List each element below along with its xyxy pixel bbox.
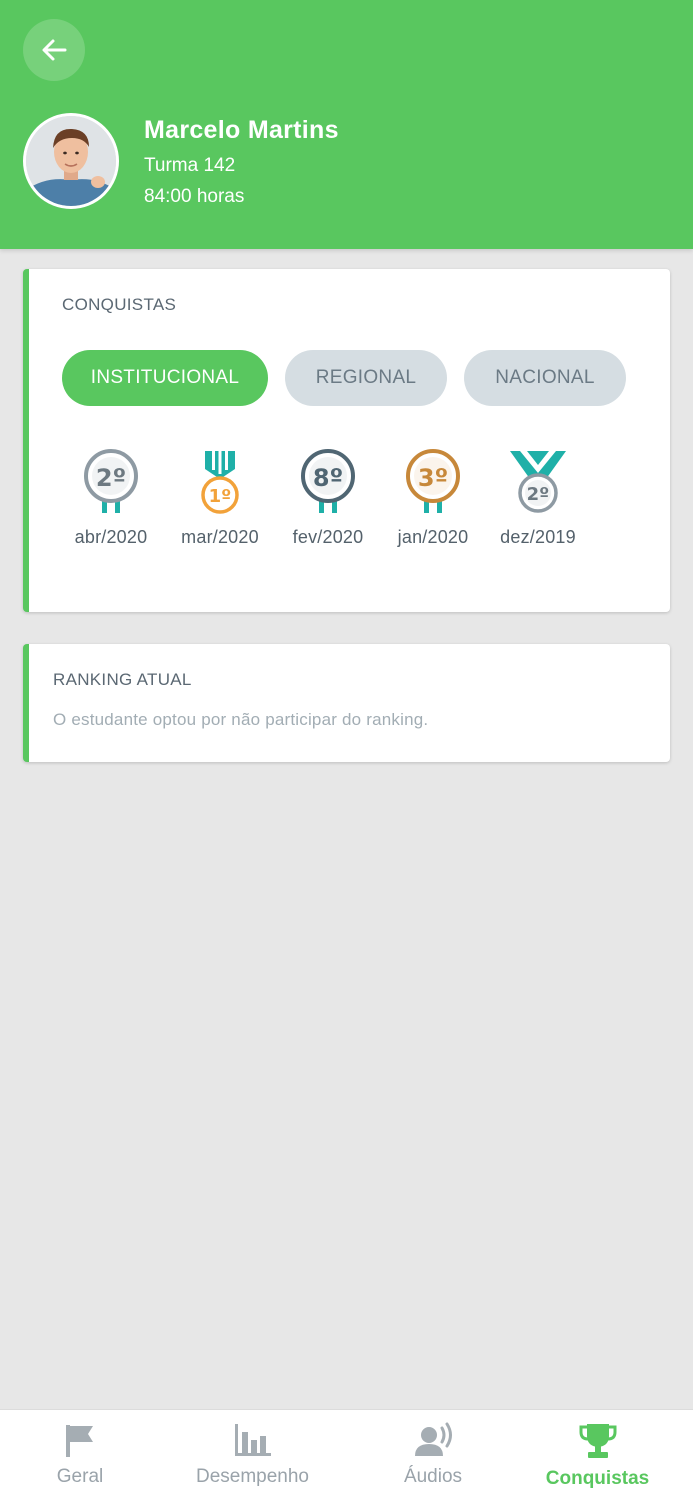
medal-month: jan/2020 [397, 527, 469, 547]
medal-item[interactable]: 3º jan/2020 [383, 449, 483, 548]
medal-place: 3º [418, 464, 448, 492]
student-class: Turma 142 [144, 155, 236, 176]
tab-institucional[interactable]: INSTITUCIONAL [62, 350, 268, 406]
medal-icon: 8º [301, 449, 355, 513]
medal-item[interactable]: 1º mar/2020 [170, 449, 270, 548]
speaking-person-icon [415, 1422, 452, 1456]
achievement-tabs: INSTITUCIONAL REGIONAL NACIONAL [62, 350, 626, 406]
nav-item-conquistas[interactable]: Conquistas [535, 1410, 660, 1500]
bar-chart-icon [234, 1424, 271, 1456]
medal-place: 2º [527, 484, 550, 505]
nav-label: Conquistas [545, 1468, 650, 1489]
medal-place: 8º [313, 464, 343, 492]
profile-header: Marcelo Martins Turma 142 84:00 horas [0, 0, 693, 249]
nav-item-desempenho[interactable]: Desempenho [180, 1410, 325, 1500]
medal-place: 1º [209, 486, 232, 507]
back-button[interactable] [23, 19, 85, 81]
medal-item[interactable]: 8º fev/2020 [278, 449, 378, 548]
medal-item[interactable]: 2º dez/2019 [488, 449, 588, 548]
nav-label: Áudios [403, 1466, 463, 1487]
medal-item[interactable]: 2º abr/2020 [61, 449, 161, 548]
medal-icon: 3º [406, 449, 460, 513]
student-name: Marcelo Martins [144, 116, 339, 144]
nav-item-geral[interactable]: Geral [20, 1410, 140, 1500]
achievements-title: CONQUISTAS [62, 295, 177, 314]
medal-month: fev/2020 [292, 527, 364, 547]
achievements-card: CONQUISTAS INSTITUCIONAL REGIONAL NACION… [23, 269, 670, 612]
nav-label: Desempenho [195, 1466, 310, 1487]
flag-icon [66, 1425, 93, 1457]
medal-month: abr/2020 [74, 527, 148, 547]
medal-place: 2º [96, 464, 126, 492]
medal-icon: 2º [510, 451, 566, 513]
avatar [23, 113, 119, 209]
trophy-icon [579, 1424, 616, 1458]
arrow-left-icon [42, 39, 67, 61]
tab-regional[interactable]: REGIONAL [285, 350, 447, 406]
ranking-title: RANKING ATUAL [53, 670, 192, 689]
nav-label: Geral [56, 1466, 104, 1487]
medal-month: dez/2019 [500, 527, 576, 547]
medal-month: mar/2020 [181, 527, 259, 547]
medal-icon: 2º [84, 449, 138, 513]
nav-item-audios[interactable]: Áudios [378, 1410, 488, 1500]
ranking-card: RANKING ATUAL O estudante optou por não … [23, 644, 670, 762]
tab-nacional[interactable]: NACIONAL [464, 350, 626, 406]
student-hours: 84:00 horas [144, 186, 245, 207]
ranking-message: O estudante optou por não participar do … [53, 710, 429, 729]
bottom-navigation: Geral Desempenho Áudios Conquistas [0, 1409, 693, 1500]
medal-icon: 1º [201, 451, 239, 514]
